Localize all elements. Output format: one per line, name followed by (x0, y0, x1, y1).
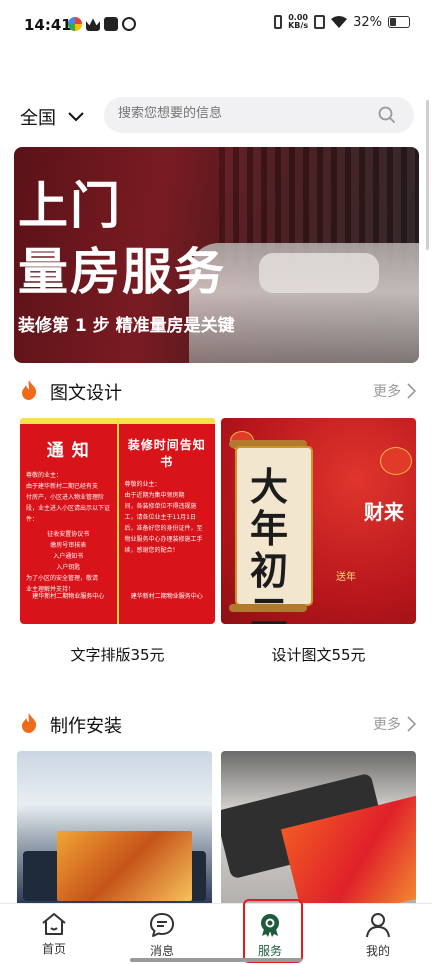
nav-profile[interactable]: 我的 (324, 904, 432, 964)
chevron-right-icon (407, 383, 416, 399)
more-link[interactable]: 更多 (373, 381, 416, 401)
product-label[interactable]: 设计图文55元 (221, 644, 416, 665)
wifi-icon (331, 15, 348, 28)
notice-line: 入户钥匙 (56, 564, 81, 571)
notice-line: 尊敬的业主： (26, 472, 63, 479)
more-label: 更多 (373, 384, 401, 400)
product-card[interactable]: 通 知 尊敬的业主： 由于建华新村二期已经有支 付房产，小区进入物业管理阶 段，… (20, 418, 215, 624)
notice-line: 征收安置协议书 (47, 531, 90, 538)
status-time: 14:41 (24, 16, 72, 34)
notice-line: 物业服务中心办理装修施工手 (124, 536, 203, 543)
scrollbar[interactable] (426, 100, 429, 250)
bottom-nav: 首页 消息 服务 我的 (0, 903, 432, 964)
notice-left: 通 知 尊敬的业主： 由于建华新村二期已经有支 付房产，小区进入物业管理阶 段，… (20, 418, 117, 624)
promo-banner[interactable]: 上门 量房服务 装修第 1 步 精准量房是关键 (14, 147, 419, 363)
poster-blessing: 财来 (364, 500, 404, 524)
product-label[interactable]: 文字排版35元 (20, 644, 215, 665)
header: 全国 (0, 96, 432, 136)
scroll-text: 大年初二 (249, 464, 288, 625)
notice-poster-image: 通 知 尊敬的业主： 由于建华新村二期已经有支 付房产，小区进入物业管理阶 段，… (20, 418, 215, 624)
section-title: 图文设计 (50, 383, 122, 404)
nav-label: 首页 (41, 942, 66, 956)
product-card[interactable] (221, 751, 416, 903)
notice-line: 由于近期为集中领房期 (124, 492, 185, 499)
network-speed: 0.00 KB/s (288, 14, 308, 30)
region-selector[interactable]: 全国 (20, 104, 84, 130)
scroll-rod (229, 440, 307, 448)
notice-line: 入户通知书 (53, 553, 84, 560)
notice-right-footer: 建华新村二期物业服务中心 (130, 593, 203, 600)
search-input[interactable] (118, 106, 368, 121)
section-header-install: 制作安装 更多 (0, 708, 432, 738)
fire-icon (22, 713, 37, 733)
nav-label: 消息 (149, 944, 174, 958)
chevron-right-icon (407, 716, 416, 732)
nav-label: 我的 (365, 944, 390, 958)
search-icon[interactable] (378, 106, 396, 124)
crown-icon (86, 18, 100, 31)
section-title: 制作安装 (50, 716, 122, 737)
link-icon (122, 17, 136, 31)
service-icon (261, 914, 279, 937)
notice-line: 间，各装修单位不得违规施 (124, 503, 197, 510)
nav-messages[interactable]: 消息 (108, 904, 216, 964)
notice-line: 尊敬的业主： (124, 481, 161, 488)
printed-sheet (57, 831, 192, 901)
notice-line: 后，准备好您的身份证件，至 (124, 525, 203, 532)
home-icon (42, 913, 66, 935)
banner-title-line1: 上门 (18, 177, 122, 235)
notice-line: 工，请各位业主于11月1日 (124, 514, 196, 521)
notice-right-title: 装修时间告知书 (127, 438, 206, 469)
status-app-icons (68, 17, 136, 31)
new-year-poster-image: 大年初二 财来 送年 (221, 418, 416, 624)
poster-small-text: 送年 (336, 572, 356, 583)
notice-line: 付房产，小区进入物业管理阶 (26, 494, 105, 501)
battery-percent: 32% (353, 14, 382, 30)
notice-line: 件： (26, 516, 39, 523)
notice-line: 为了小区的安全管理，敬请 (26, 575, 99, 582)
play-icon (104, 17, 118, 31)
notice-line: 缴房号审核表 (50, 542, 87, 549)
search-bar[interactable] (104, 97, 414, 133)
nav-label: 服务 (257, 944, 282, 958)
message-icon (150, 913, 174, 937)
section-header-design: 图文设计 更多 (0, 375, 432, 405)
banner-title-line2: 量房服务 (18, 243, 226, 301)
banner-subtitle: 装修第 1 步 精准量房是关键 (18, 316, 235, 336)
profile-icon (366, 913, 390, 938)
lantern-icon (381, 448, 411, 474)
notice-right: 装修时间告知书 尊敬的业主： 由于近期为集中领房期 间，各装修单位不得违规施 工… (116, 418, 215, 624)
notice-left-title: 通 知 (46, 441, 90, 461)
printer-photo (221, 751, 416, 903)
more-link[interactable]: 更多 (373, 714, 416, 734)
printer-photo (17, 751, 212, 903)
home-indicator[interactable] (130, 958, 302, 962)
no-sim-icon (314, 15, 326, 29)
region-label: 全国 (20, 108, 56, 129)
product-card[interactable] (17, 751, 212, 903)
chevron-down-icon (68, 112, 84, 122)
status-right: 0.00 KB/s 32% (274, 14, 410, 30)
notice-line: 续，感谢您的配合！ (124, 547, 179, 554)
fire-icon (22, 380, 37, 400)
nav-service[interactable]: 服务 (216, 904, 324, 964)
notice-line: 由于建华新村二期已经有支 (26, 483, 99, 490)
status-bar: 14:41 0.00 KB/s 32% (0, 0, 432, 50)
vibrate-icon (274, 15, 283, 29)
speed-unit: KB/s (288, 21, 309, 30)
product-card[interactable]: 大年初二 财来 送年 (221, 418, 416, 624)
notice-line: 段，业主进入小区请出示以下证 (26, 505, 111, 512)
battery-icon (388, 16, 410, 28)
nav-home[interactable]: 首页 (0, 904, 108, 964)
sofa-cushion (259, 253, 379, 293)
more-label: 更多 (373, 717, 401, 733)
app-notification-icon (68, 17, 82, 31)
notice-left-footer: 建华新村二期物业服务中心 (32, 593, 105, 600)
